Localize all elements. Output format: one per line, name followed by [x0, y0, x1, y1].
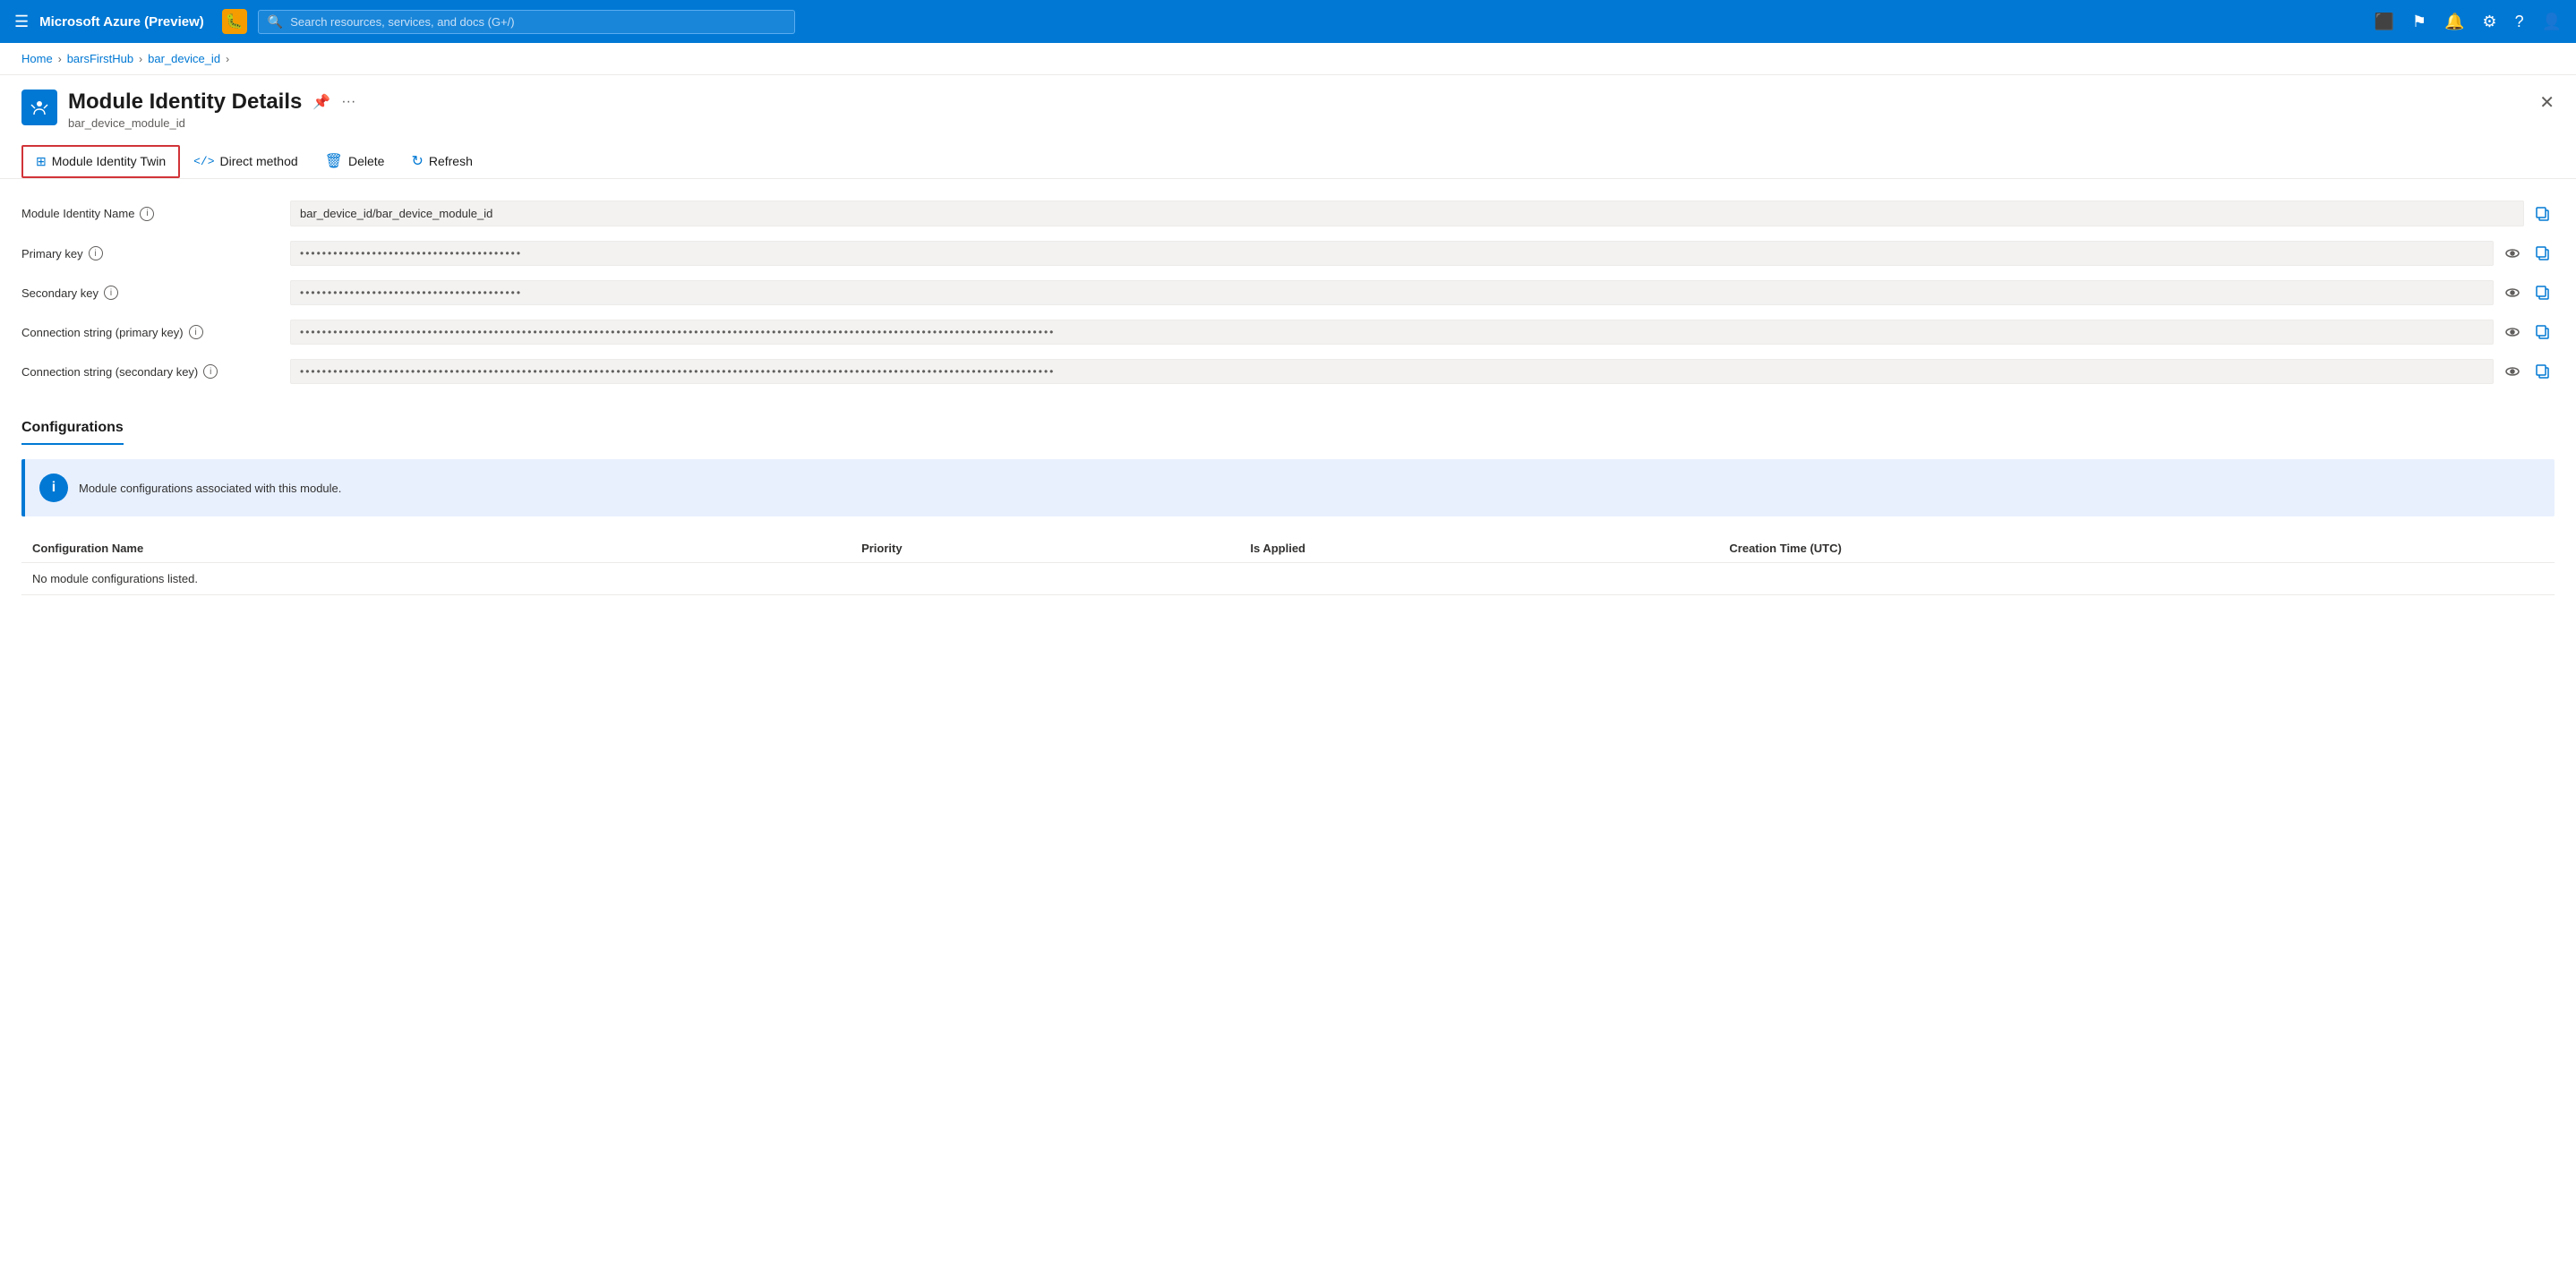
main-content: Module Identity Name i bar_device_id/bar… — [0, 179, 2576, 1263]
info-banner: i Module configurations associated with … — [21, 459, 2555, 516]
configurations-section-title: Configurations — [21, 420, 124, 445]
primary-key-copy-button[interactable] — [2531, 242, 2555, 265]
secondary-key-value-container: •••••••••••••••••••••••••••••••••••••••• — [290, 280, 2555, 305]
pin-icon[interactable]: 📌 — [312, 93, 330, 111]
topbar-icons: ⬛ ⚑ 🔔 ⚙ ? 👤 — [2374, 13, 2562, 31]
refresh-button[interactable]: ↻ Refresh — [398, 144, 485, 178]
no-data-message: No module configurations listed. — [21, 563, 2555, 595]
cloud-shell-icon[interactable]: ⬛ — [2374, 13, 2393, 31]
page-title: Module Identity Details — [68, 90, 302, 115]
connection-string-secondary-value-container: ••••••••••••••••••••••••••••••••••••••••… — [290, 359, 2555, 384]
search-icon: 🔍 — [268, 14, 283, 30]
primary-key-info-icon[interactable]: i — [89, 246, 103, 260]
module-identity-name-value: bar_device_id/bar_device_module_id — [290, 201, 2524, 226]
secondary-key-label: Secondary key i — [21, 286, 272, 300]
primary-key-value-container: •••••••••••••••••••••••••••••••••••••••• — [290, 241, 2555, 266]
module-identity-name-label: Module Identity Name i — [21, 207, 272, 221]
primary-key-eye-button[interactable] — [2501, 242, 2524, 265]
delete-label: Delete — [348, 154, 384, 168]
connection-string-primary-value-container: ••••••••••••••••••••••••••••••••••••••••… — [290, 320, 2555, 345]
toolbar: ⊞ Module Identity Twin </> Direct method… — [21, 137, 2555, 178]
connection-secondary-copy-button[interactable] — [2531, 360, 2555, 383]
col-priority: Priority — [851, 534, 1239, 563]
col-creation-time: Creation Time (UTC) — [1718, 534, 2555, 563]
search-bar[interactable]: 🔍 — [258, 10, 795, 34]
direct-method-label: Direct method — [220, 154, 298, 168]
module-identity-name-info-icon[interactable]: i — [140, 207, 154, 221]
connection-secondary-info-icon[interactable]: i — [203, 364, 218, 379]
topbar: ☰ Microsoft Azure (Preview) 🐛 🔍 ⬛ ⚑ 🔔 ⚙ … — [0, 0, 2576, 43]
module-twin-icon: ⊞ — [36, 154, 47, 169]
settings-icon[interactable]: ⚙ — [2482, 13, 2496, 31]
connection-string-secondary-value: ••••••••••••••••••••••••••••••••••••••••… — [290, 359, 2494, 384]
connection-primary-copy-button[interactable] — [2531, 320, 2555, 344]
delete-icon: 🗑 — [325, 152, 343, 170]
module-identity-name-copy-button[interactable] — [2531, 202, 2555, 226]
secondary-key-row: Secondary key i ••••••••••••••••••••••••… — [21, 280, 2555, 305]
search-input[interactable] — [290, 15, 785, 29]
feedback-icon[interactable]: ⚑ — [2412, 13, 2426, 31]
page-header: Module Identity Details 📌 ··· ✕ bar_devi… — [0, 75, 2576, 179]
primary-key-row: Primary key i ••••••••••••••••••••••••••… — [21, 241, 2555, 266]
direct-method-icon: </> — [193, 155, 214, 168]
primary-key-label: Primary key i — [21, 246, 272, 260]
col-is-applied: Is Applied — [1239, 534, 1718, 563]
connection-string-primary-row: Connection string (primary key) i ••••••… — [21, 320, 2555, 345]
connection-primary-info-icon[interactable]: i — [189, 325, 203, 339]
primary-key-value: •••••••••••••••••••••••••••••••••••••••• — [290, 241, 2494, 266]
connection-primary-eye-button[interactable] — [2501, 320, 2524, 344]
breadcrumb: Home › barsFirstHub › bar_device_id › — [0, 43, 2576, 75]
hamburger-menu[interactable]: ☰ — [14, 13, 29, 31]
notifications-icon[interactable]: 🔔 — [2444, 13, 2464, 31]
more-options-icon[interactable]: ··· — [341, 94, 355, 110]
module-identity-twin-button[interactable]: ⊞ Module Identity Twin — [21, 145, 180, 178]
secondary-key-info-icon[interactable]: i — [104, 286, 118, 300]
close-icon[interactable]: ✕ — [2539, 91, 2555, 114]
col-config-name: Configuration Name — [21, 534, 851, 563]
module-identity-name-row: Module Identity Name i bar_device_id/bar… — [21, 201, 2555, 226]
secondary-key-copy-button[interactable] — [2531, 281, 2555, 304]
connection-string-secondary-label: Connection string (secondary key) i — [21, 364, 272, 379]
direct-method-button[interactable]: </> Direct method — [180, 146, 312, 176]
module-identity-name-value-container: bar_device_id/bar_device_module_id — [290, 201, 2555, 226]
page-subtitle: bar_device_module_id — [68, 116, 2555, 130]
breadcrumb-home[interactable]: Home — [21, 52, 53, 65]
delete-button[interactable]: 🗑 Delete — [312, 144, 398, 178]
configurations-table: Configuration Name Priority Is Applied C… — [21, 534, 2555, 595]
info-banner-text: Module configurations associated with th… — [79, 482, 341, 495]
secondary-key-eye-button[interactable] — [2501, 281, 2524, 304]
connection-string-primary-value: ••••••••••••••••••••••••••••••••••••••••… — [290, 320, 2494, 345]
breadcrumb-hub[interactable]: barsFirstHub — [67, 52, 133, 65]
connection-string-primary-label: Connection string (primary key) i — [21, 325, 272, 339]
connection-string-secondary-row: Connection string (secondary key) i ••••… — [21, 359, 2555, 384]
page-icon — [21, 90, 57, 125]
module-twin-label: Module Identity Twin — [52, 154, 166, 168]
secondary-key-value: •••••••••••••••••••••••••••••••••••••••• — [290, 280, 2494, 305]
help-icon[interactable]: ? — [2515, 13, 2524, 31]
breadcrumb-device[interactable]: bar_device_id — [148, 52, 220, 65]
app-title: Microsoft Azure (Preview) — [39, 14, 204, 30]
info-banner-icon: i — [39, 474, 68, 502]
refresh-icon: ↻ — [411, 152, 423, 170]
account-icon[interactable]: 👤 — [2542, 13, 2562, 31]
refresh-label: Refresh — [429, 154, 473, 168]
connection-secondary-eye-button[interactable] — [2501, 360, 2524, 383]
bug-icon[interactable]: 🐛 — [222, 9, 247, 34]
